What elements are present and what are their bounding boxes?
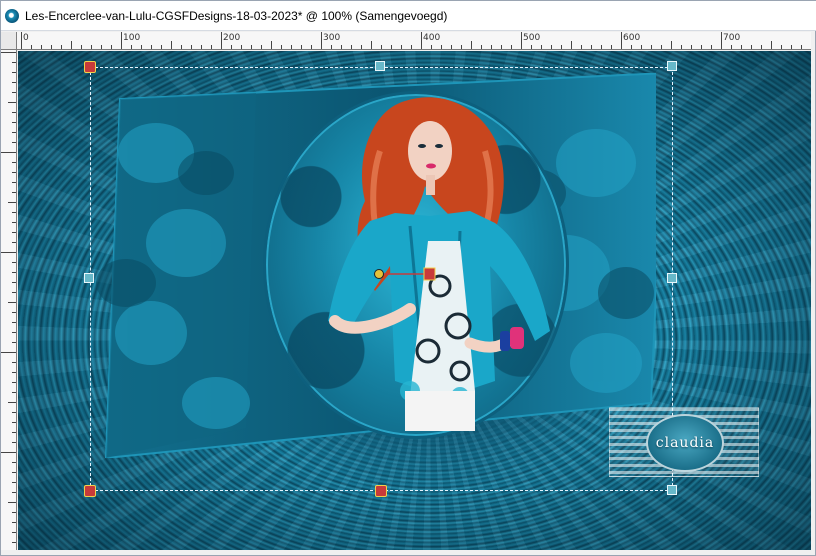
ruler-label-600: 600 xyxy=(623,33,641,43)
rotation-pivot[interactable] xyxy=(374,267,436,281)
top-left-handle[interactable] xyxy=(84,61,96,73)
ruler-corner xyxy=(1,32,17,50)
ruler-label-400: 400 xyxy=(423,33,441,43)
ruler-label-100: 100 xyxy=(123,33,141,43)
window-title: Les-Encerclee-van-Lulu-CGSFDesigns-18-03… xyxy=(25,8,448,23)
horizontal-ruler[interactable]: 0 100 200 300 400 500 600 700 xyxy=(17,32,811,50)
middle-left-handle[interactable] xyxy=(84,273,94,283)
ruler-label-700: 700 xyxy=(723,33,741,43)
watermark-logo: claudia xyxy=(609,407,759,477)
ruler-label-300: 300 xyxy=(323,33,341,43)
image-canvas[interactable]: claudia xyxy=(18,51,811,550)
watermark-text: claudia xyxy=(655,435,715,451)
image-window: Les-Encerclee-van-Lulu-CGSFDesigns-18-03… xyxy=(0,0,816,556)
watermark-badge: claudia xyxy=(646,414,724,472)
top-middle-handle[interactable] xyxy=(375,61,385,71)
ruler-label-500: 500 xyxy=(523,33,541,43)
psp-document-icon xyxy=(5,8,19,23)
ruler-label-200: 200 xyxy=(223,33,241,43)
vertical-ruler[interactable] xyxy=(1,50,17,550)
top-right-handle[interactable] xyxy=(667,61,677,71)
bottom-right-handle[interactable] xyxy=(667,485,677,495)
window-titlebar[interactable]: Les-Encerclee-van-Lulu-CGSFDesigns-18-03… xyxy=(1,1,816,31)
bottom-middle-handle[interactable] xyxy=(375,485,387,497)
ruler-label-0: 0 xyxy=(23,33,29,43)
vertical-ruler-ticks xyxy=(1,52,16,543)
middle-right-handle[interactable] xyxy=(667,273,677,283)
bottom-left-handle[interactable] xyxy=(84,485,96,497)
